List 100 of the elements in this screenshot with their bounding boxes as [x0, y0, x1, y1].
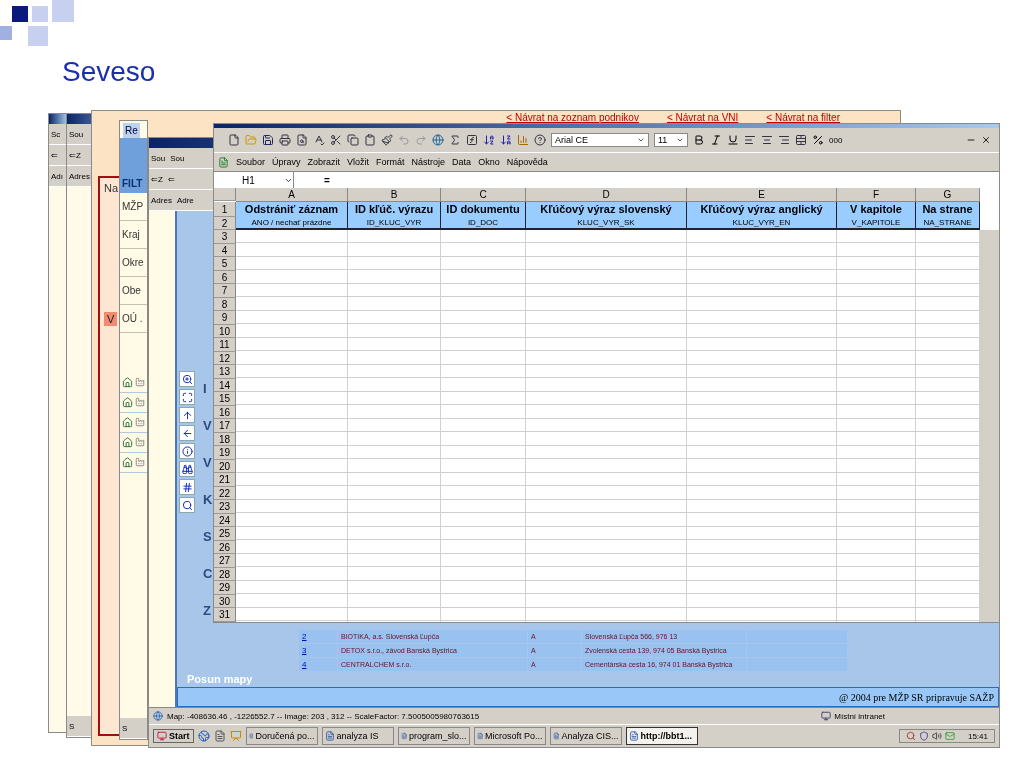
- extent-button[interactable]: [179, 389, 195, 405]
- spellcheck-icon[interactable]: [313, 134, 325, 146]
- menu-item[interactable]: Okno: [478, 157, 500, 167]
- window-tab[interactable]: Re: [123, 123, 140, 138]
- help-icon[interactable]: [534, 134, 546, 146]
- underline-icon[interactable]: [727, 134, 739, 146]
- browser-icon[interactable]: [197, 730, 210, 742]
- merge-icon[interactable]: [795, 134, 807, 146]
- back-link[interactable]: < Návrat na VNI: [666, 112, 739, 123]
- percent-icon[interactable]: [812, 134, 824, 146]
- bold-icon[interactable]: [693, 134, 705, 146]
- column-header[interactable]: E: [687, 188, 837, 202]
- back-button[interactable]: ⇐Z: [69, 150, 81, 160]
- taskbar-button[interactable]: http://bbt1...: [625, 727, 698, 745]
- filter-tab[interactable]: V: [104, 312, 118, 326]
- menu-item[interactable]: Zobrazit: [307, 157, 341, 167]
- globe-icon[interactable]: [432, 134, 444, 146]
- row-header[interactable]: 19: [214, 446, 236, 460]
- row-header[interactable]: 31: [214, 608, 236, 622]
- taskbar-item[interactable]: S: [69, 721, 75, 731]
- function-icon[interactable]: [466, 134, 478, 146]
- sort-ascending-icon[interactable]: [483, 134, 495, 146]
- row-header[interactable]: 1: [214, 202, 236, 217]
- start-button[interactable]: Start: [153, 729, 194, 743]
- corner-cell[interactable]: [214, 188, 236, 201]
- filter-item[interactable]: Obe: [120, 277, 147, 305]
- grid-button[interactable]: [179, 479, 195, 495]
- up-arrow-button[interactable]: [179, 407, 195, 423]
- info-button[interactable]: [179, 443, 195, 459]
- print-icon[interactable]: [279, 134, 291, 146]
- back-button[interactable]: ⇐: [51, 150, 58, 160]
- column-header[interactable]: A: [236, 188, 348, 202]
- column-header[interactable]: C: [441, 188, 526, 202]
- taskbar-button[interactable]: program_slo...: [397, 727, 470, 745]
- filter-item[interactable]: Kraj: [120, 221, 147, 249]
- column-header[interactable]: D: [526, 188, 687, 202]
- filter-item[interactable]: Okre: [120, 249, 147, 277]
- sum-icon[interactable]: [449, 134, 461, 146]
- column-header[interactable]: B: [348, 188, 441, 202]
- sort-descending-icon[interactable]: [500, 134, 512, 146]
- thousands-button[interactable]: 000: [829, 135, 843, 145]
- menu-label[interactable]: Sou: [170, 153, 185, 163]
- menu-item[interactable]: Nástroje: [411, 157, 446, 167]
- size-field[interactable]: 11: [654, 133, 688, 147]
- row-header[interactable]: 3: [214, 230, 236, 244]
- search-icon[interactable]: [905, 731, 916, 741]
- menu-label[interactable]: Sc: [51, 129, 61, 139]
- italic-icon[interactable]: [710, 134, 722, 146]
- chart-icon[interactable]: [517, 134, 529, 146]
- row-header[interactable]: 29: [214, 581, 236, 595]
- desktop-icon[interactable]: [213, 730, 226, 742]
- align-center-icon[interactable]: [761, 134, 773, 146]
- preview-icon[interactable]: [296, 134, 308, 146]
- brush-icon[interactable]: [381, 134, 393, 146]
- row-header[interactable]: 11: [214, 338, 236, 352]
- back-link[interactable]: < Návrat na filter: [766, 112, 840, 123]
- taskbar-button[interactable]: analyza IS: [321, 727, 394, 745]
- menu-label[interactable]: Sou: [151, 153, 166, 163]
- row-header[interactable]: 2: [214, 217, 236, 230]
- back-button[interactable]: ⇐: [167, 174, 175, 184]
- row-link[interactable]: 4: [299, 658, 337, 671]
- shield-icon[interactable]: [918, 731, 929, 741]
- copy-icon[interactable]: [347, 134, 359, 146]
- paste-icon[interactable]: [364, 134, 376, 146]
- row-header[interactable]: 17: [214, 419, 236, 433]
- row-header[interactable]: 21: [214, 473, 236, 487]
- back-link[interactable]: < Návrat na zoznam podnikov: [506, 112, 639, 123]
- taskbar-button[interactable]: Analyza CIS...: [549, 727, 622, 745]
- menu-item[interactable]: Vložit: [347, 157, 370, 167]
- menu-label[interactable]: Sou: [69, 129, 84, 139]
- row-header[interactable]: 5: [214, 257, 236, 271]
- row-header[interactable]: 15: [214, 392, 236, 406]
- column-header[interactable]: F: [837, 188, 916, 202]
- taskbar-button[interactable]: Microsoft Po...: [473, 727, 546, 745]
- row-header[interactable]: 13: [214, 365, 236, 379]
- row-header[interactable]: 9: [214, 311, 236, 325]
- align-left-icon[interactable]: [744, 134, 756, 146]
- row-link[interactable]: 3: [299, 644, 337, 657]
- menu-item[interactable]: Úpravy: [272, 157, 301, 167]
- taskbar-button[interactable]: Doručená po...: [245, 727, 318, 745]
- save-icon[interactable]: [262, 134, 274, 146]
- row-header[interactable]: 23: [214, 500, 236, 514]
- row-link[interactable]: 2: [299, 630, 337, 643]
- menu-item[interactable]: Formát: [376, 157, 405, 167]
- zoom-in-button[interactable]: [179, 371, 195, 387]
- column-header[interactable]: G: [916, 188, 980, 202]
- font-field[interactable]: Arial CE: [551, 133, 649, 147]
- taskbar-item[interactable]: S: [122, 723, 128, 733]
- cut-icon[interactable]: [330, 134, 342, 146]
- menu-item[interactable]: Data: [452, 157, 472, 167]
- row-header[interactable]: 7: [214, 284, 236, 298]
- filter-item[interactable]: OÚ .: [120, 305, 147, 333]
- filter-item[interactable]: MŽP: [120, 193, 147, 221]
- binoculars-button[interactable]: [179, 461, 195, 477]
- row-header[interactable]: 25: [214, 527, 236, 541]
- left-arrow-button[interactable]: [179, 425, 195, 441]
- speaker-icon[interactable]: [931, 731, 942, 741]
- menu-item[interactable]: Soubor: [236, 157, 266, 167]
- row-header[interactable]: 27: [214, 554, 236, 568]
- new-icon[interactable]: [228, 134, 240, 146]
